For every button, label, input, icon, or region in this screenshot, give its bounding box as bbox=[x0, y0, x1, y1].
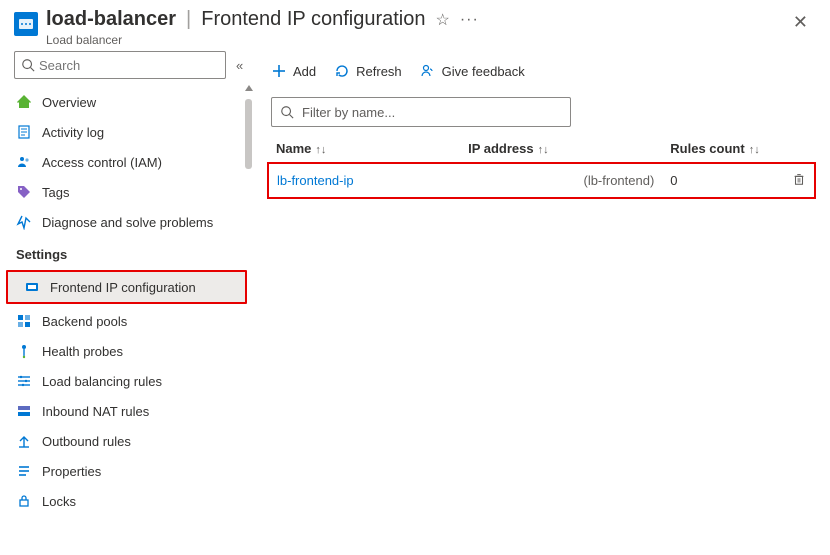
filter-box[interactable] bbox=[271, 97, 571, 127]
sidebar-item-label: Locks bbox=[42, 494, 76, 509]
resource-type-label: Load balancer bbox=[46, 33, 785, 47]
sidebar-item-backend[interactable]: Backend pools bbox=[0, 306, 253, 336]
main-content: Add Refresh Give feedback Name↑↓ bbox=[253, 51, 830, 555]
sidebar-item-locks[interactable]: Locks bbox=[0, 486, 253, 516]
plus-icon bbox=[271, 63, 287, 79]
frontend-ip-table: Name↑↓ IP address↑↓ Rules count↑↓ lb-fro… bbox=[267, 135, 816, 199]
backend-icon bbox=[16, 313, 32, 329]
sidebar-item-diagnose[interactable]: Diagnose and solve problems bbox=[0, 207, 253, 237]
tags-icon bbox=[16, 184, 32, 200]
sidebar-item-overview[interactable]: Overview bbox=[0, 87, 253, 117]
sidebar-item-lbrules[interactable]: Load balancing rules bbox=[0, 366, 253, 396]
frontend-icon bbox=[24, 279, 40, 295]
sidebar-item-label: Properties bbox=[42, 464, 101, 479]
sidebar-item-probes[interactable]: Health probes bbox=[0, 336, 253, 366]
sidebar-item-label: Frontend IP configuration bbox=[50, 280, 196, 295]
feedback-label: Give feedback bbox=[442, 64, 525, 79]
outbound-icon bbox=[16, 433, 32, 449]
sidebar-scrollbar[interactable] bbox=[245, 85, 252, 545]
ip-label: (lb-frontend) bbox=[583, 173, 654, 188]
resource-type-icon bbox=[14, 12, 38, 36]
sidebar-item-label: Diagnose and solve problems bbox=[42, 215, 213, 230]
sidebar-item-label: Load balancing rules bbox=[42, 374, 162, 389]
lbrules-icon bbox=[16, 373, 32, 389]
refresh-button[interactable]: Refresh bbox=[334, 63, 402, 79]
sidebar-search-input[interactable] bbox=[35, 58, 219, 73]
sidebar-nav: Overview Activity log Access control (IAM)… bbox=[0, 87, 253, 555]
sidebar-item-label: Backend pools bbox=[42, 314, 127, 329]
refresh-label: Refresh bbox=[356, 64, 402, 79]
col-header-rules[interactable]: Rules count↑↓ bbox=[662, 135, 783, 163]
sidebar-item-label: Overview bbox=[42, 95, 96, 110]
overview-icon bbox=[16, 94, 32, 110]
nat-icon bbox=[16, 403, 32, 419]
frontend-ip-link[interactable]: lb-frontend-ip bbox=[277, 173, 354, 188]
filter-input[interactable] bbox=[300, 104, 562, 121]
search-icon bbox=[280, 105, 294, 119]
blade-header: load-balancer | Frontend IP configuratio… bbox=[0, 0, 830, 51]
sidebar-item-activity[interactable]: Activity log bbox=[0, 117, 253, 147]
sidebar-item-properties[interactable]: Properties bbox=[0, 456, 253, 486]
sidebar: « Overview Activity log Access control (IA… bbox=[0, 51, 253, 555]
sidebar-item-label: Activity log bbox=[42, 125, 104, 140]
sidebar-item-label: Access control (IAM) bbox=[42, 155, 162, 170]
rules-count: 0 bbox=[662, 163, 783, 198]
sidebar-item-outbound[interactable]: Outbound rules bbox=[0, 426, 253, 456]
iam-icon bbox=[16, 154, 32, 170]
delete-icon[interactable] bbox=[792, 172, 806, 186]
resource-name: load-balancer bbox=[46, 8, 176, 31]
sidebar-item-tags[interactable]: Tags bbox=[0, 177, 253, 207]
properties-icon bbox=[16, 463, 32, 479]
sidebar-item-nat[interactable]: Inbound NAT rules bbox=[0, 396, 253, 426]
sidebar-item-label: Tags bbox=[42, 185, 69, 200]
locks-icon bbox=[16, 493, 32, 509]
sidebar-search-box[interactable] bbox=[14, 51, 226, 79]
close-blade-button[interactable]: ✕ bbox=[785, 8, 816, 37]
collapse-sidebar-icon[interactable]: « bbox=[232, 54, 247, 77]
search-icon bbox=[21, 58, 35, 72]
sidebar-item-label: Outbound rules bbox=[42, 434, 131, 449]
diagnose-icon bbox=[16, 214, 32, 230]
blade-title: Frontend IP configuration bbox=[201, 8, 425, 31]
sidebar-item-frontend[interactable]: Frontend IP configuration bbox=[8, 272, 245, 302]
settings-group-label: Settings bbox=[0, 237, 253, 268]
sidebar-item-iam[interactable]: Access control (IAM) bbox=[0, 147, 253, 177]
sidebar-item-label: Inbound NAT rules bbox=[42, 404, 149, 419]
more-actions-icon[interactable]: ··· bbox=[460, 11, 479, 29]
title-separator: | bbox=[186, 8, 191, 31]
feedback-icon bbox=[420, 63, 436, 79]
give-feedback-button[interactable]: Give feedback bbox=[420, 63, 525, 79]
col-header-name[interactable]: Name↑↓ bbox=[268, 135, 460, 163]
add-label: Add bbox=[293, 64, 316, 79]
refresh-icon bbox=[334, 63, 350, 79]
sidebar-item-label: Health probes bbox=[42, 344, 123, 359]
favorite-star-icon[interactable]: ☆ bbox=[435, 10, 449, 30]
table-row[interactable]: lb-frontend-ip (lb-frontend) 0 bbox=[268, 163, 815, 198]
probes-icon bbox=[16, 343, 32, 359]
activity-icon bbox=[16, 124, 32, 140]
add-button[interactable]: Add bbox=[271, 63, 316, 79]
col-header-ip[interactable]: IP address↑↓ bbox=[460, 135, 662, 163]
command-bar: Add Refresh Give feedback bbox=[267, 59, 816, 93]
